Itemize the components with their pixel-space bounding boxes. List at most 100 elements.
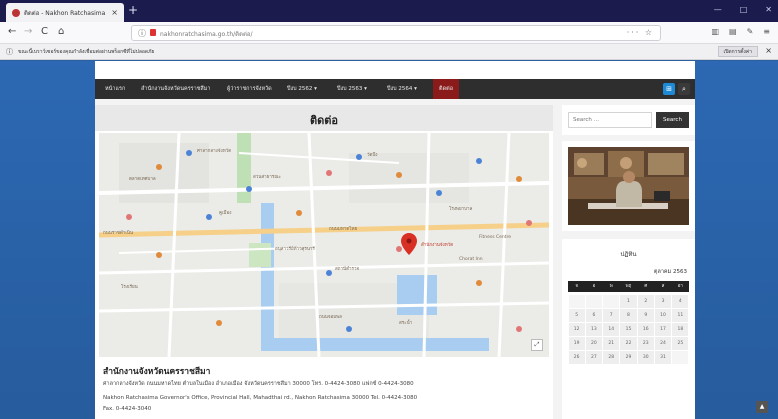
calendar-day[interactable]: 8 xyxy=(620,308,637,322)
reader-view-icon[interactable]: ▤ xyxy=(729,27,737,36)
back-icon[interactable]: ← xyxy=(8,26,16,37)
calendar-day[interactable]: 1 xyxy=(620,294,637,308)
page-title: ติดต่อ xyxy=(309,114,339,127)
forward-icon[interactable]: → xyxy=(24,26,32,37)
calendar-day[interactable]: 9 xyxy=(637,308,654,322)
map-label: ถนนมหาดไทย xyxy=(329,227,358,232)
calendar-day[interactable]: 30 xyxy=(637,350,654,364)
calendar-day[interactable]: 27 xyxy=(585,350,603,364)
library-icon[interactable]: ▥ xyxy=(711,27,719,36)
browser-tab-strip: ติดต่อ - Nakhon Ratchasima × + — □ ✕ xyxy=(0,0,778,22)
toolbar-icons: ▥ ▤ ✎ ≡ xyxy=(711,27,770,36)
calendar-day[interactable]: 28 xyxy=(603,350,620,364)
bookmark-star-icon[interactable]: ··· ☆ xyxy=(627,28,654,37)
page-viewport: หน้าแรก สำนักงานจังหวัดนครราชสีมา ผู้ว่า… xyxy=(0,61,778,419)
calendar-day[interactable]: 10 xyxy=(654,308,672,322)
map-label: ศาลากลางจังหวัด xyxy=(197,149,232,154)
calendar-day[interactable]: 12 xyxy=(568,322,585,336)
map-canvas[interactable] xyxy=(99,133,549,357)
menu-item-governor[interactable]: ผู้ว่าราชการจังหวัด xyxy=(221,79,278,99)
calendar-day[interactable]: 11 xyxy=(672,308,689,322)
weekday-label: อ xyxy=(592,284,596,289)
calendar-day[interactable]: 24 xyxy=(654,336,672,350)
organization-name: สำนักงานจังหวัดนครราชสีมา xyxy=(103,367,211,377)
calendar-day xyxy=(568,294,585,308)
menu-item-fy2563[interactable]: ปีงบ 2563 ▾ xyxy=(331,79,373,99)
google-map[interactable]: ศาลากลางจังหวัด สวนสาธารณะ ตลาดเทศบาล วั… xyxy=(99,133,549,357)
map-label: สำนักงานจังหวัด xyxy=(421,243,454,248)
calendar-day[interactable]: 16 xyxy=(637,322,654,336)
map-label: ตลาดเทศบาล xyxy=(129,177,156,182)
home-icon[interactable]: ⌂ xyxy=(58,26,64,37)
calendar-day[interactable]: 26 xyxy=(568,350,585,364)
calendar-grid: 1 2 3 4 5 6 7 8 9 10 11 12 13 14 15 16 1… xyxy=(568,294,689,364)
search-button[interactable]: Search xyxy=(656,112,689,128)
calendar-day[interactable]: 2 xyxy=(637,294,654,308)
calendar-day[interactable]: 13 xyxy=(585,322,603,336)
menu-item-home[interactable]: หน้าแรก xyxy=(99,79,131,99)
browser-tab[interactable]: ติดต่อ - Nakhon Ratchasima × xyxy=(6,3,124,22)
browser-toolbar: ← → C ⌂ ⓘ nakhonratchasima.go.th/ติดต่อ/… xyxy=(0,22,778,44)
calendar-week: 26 27 28 29 30 31 xyxy=(568,350,689,364)
notification-close-icon[interactable]: × xyxy=(765,46,772,55)
extensions-icon[interactable]: ✎ xyxy=(747,27,754,36)
calendar-day[interactable]: 4 xyxy=(672,294,689,308)
address-bar[interactable]: ⓘ nakhonratchasima.go.th/ติดต่อ/ ··· ☆ xyxy=(131,25,661,41)
calendar-week: 19 20 21 22 23 24 25 xyxy=(568,336,689,350)
calendar-day[interactable]: 18 xyxy=(672,322,689,336)
calendar-day[interactable]: 5 xyxy=(568,308,585,322)
calendar-day[interactable]: 29 xyxy=(620,350,637,364)
search-icon[interactable]: ⌕ xyxy=(678,83,690,95)
map-label: Chorat Inn xyxy=(459,257,483,262)
weekday-label: จ xyxy=(575,284,578,289)
page-header: ติดต่อ xyxy=(95,105,553,131)
maximize-icon[interactable]: □ xyxy=(740,5,748,14)
new-tab-button[interactable]: + xyxy=(128,4,138,16)
notification-action-button[interactable]: เปิดการตั้งค่า xyxy=(717,46,758,57)
calendar-day[interactable]: 6 xyxy=(585,308,603,322)
search-input[interactable] xyxy=(568,112,652,128)
tab-close-icon[interactable]: × xyxy=(111,8,118,17)
map-label: วัดบึง xyxy=(367,153,378,158)
calendar-day[interactable]: 3 xyxy=(654,294,672,308)
site-header-strip xyxy=(95,61,695,79)
minimize-icon[interactable]: — xyxy=(714,5,722,14)
calendar-day[interactable]: 20 xyxy=(585,336,603,350)
window-close-icon[interactable]: ✕ xyxy=(765,5,772,14)
calendar-day xyxy=(585,294,603,308)
scroll-to-top-icon[interactable]: ▲ xyxy=(756,401,768,413)
calendar-day[interactable]: 17 xyxy=(654,322,672,336)
calendar-day[interactable]: 25 xyxy=(672,336,689,350)
search-widget: Search xyxy=(562,105,695,135)
governor-photo-widget xyxy=(562,141,695,231)
page-info-icon[interactable]: ⓘ xyxy=(138,28,146,39)
menu-item-fy2562[interactable]: ปีงบ 2562 ▾ xyxy=(281,79,323,99)
calendar-day[interactable]: 14 xyxy=(603,322,620,336)
insecure-lock-icon[interactable] xyxy=(150,29,156,36)
menu-item-fy2564[interactable]: ปีงบ 2564 ▾ xyxy=(381,79,423,99)
map-label: Fitness Centre xyxy=(479,235,512,240)
calendar-day[interactable]: 7 xyxy=(603,308,620,322)
calendar-day[interactable]: 15 xyxy=(620,322,637,336)
map-label: คูเมือง xyxy=(219,211,232,216)
reload-icon[interactable]: C xyxy=(41,26,48,37)
main-menu: หน้าแรก สำนักงานจังหวัดนครราชสีมา ผู้ว่า… xyxy=(95,79,695,99)
grid-icon[interactable]: ⊞ xyxy=(663,83,675,95)
menu-item-contact[interactable]: ติดต่อ xyxy=(433,79,460,99)
hamburger-menu-icon[interactable]: ≡ xyxy=(763,27,770,36)
map-label: สระน้ำ xyxy=(399,321,413,326)
sidebar: Search … Search ปฏิทิน ตุลาคม 2563 จ อ พ… xyxy=(562,105,695,419)
calendar-day[interactable]: 19 xyxy=(568,336,585,350)
calendar-widget: ปฏิทิน ตุลาคม 2563 จ อ พ พฤ ศ ส อา 1 2 3… xyxy=(562,239,695,419)
menu-item-office[interactable]: สำนักงานจังหวัดนครราชสีมา xyxy=(135,79,217,99)
calendar-weekday-header: จ อ พ พฤ ศ ส อา xyxy=(568,281,689,292)
governor-photo[interactable] xyxy=(568,147,689,225)
map-label: โรงพยาบาล xyxy=(449,207,473,212)
calendar-day[interactable]: 31 xyxy=(654,350,672,364)
calendar-day[interactable]: 22 xyxy=(620,336,637,350)
calendar-title: ปฏิทิน xyxy=(620,251,637,258)
calendar-day[interactable]: 21 xyxy=(603,336,620,350)
map-fullscreen-icon[interactable]: ⤢ xyxy=(531,339,543,351)
calendar-day[interactable]: 23 xyxy=(637,336,654,350)
url-text[interactable]: nakhonratchasima.go.th/ติดต่อ/ xyxy=(160,29,253,39)
